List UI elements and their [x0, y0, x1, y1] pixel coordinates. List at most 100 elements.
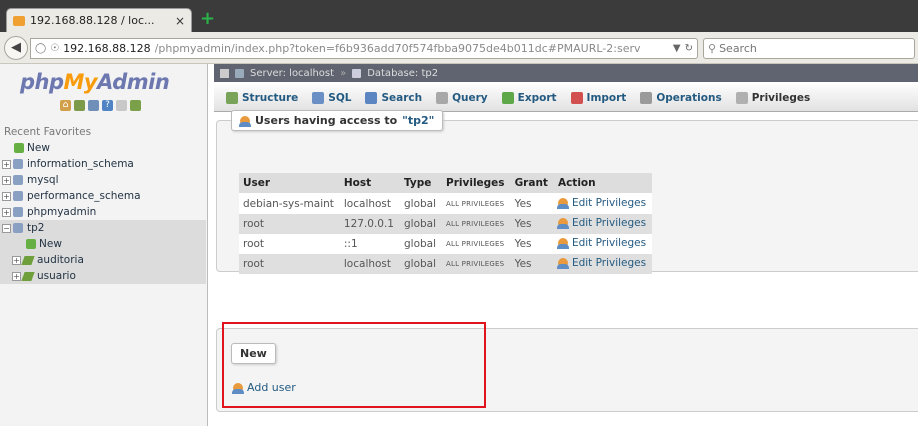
cell-user: root	[239, 254, 340, 274]
breadcrumb-server[interactable]: Server: localhost	[250, 68, 334, 79]
edit-privileges-link[interactable]: Edit Privileges	[556, 237, 646, 249]
tree-item-auditoria[interactable]: + auditoria	[0, 252, 206, 268]
tree-item-new[interactable]: New	[0, 140, 206, 156]
tree-item-usuario[interactable]: + usuario	[0, 268, 206, 284]
cell-type: global	[400, 254, 443, 274]
new-database-icon	[14, 143, 24, 153]
breadcrumb-separator: »	[340, 67, 347, 79]
breadcrumb: Server: localhost » Database: tp2	[214, 64, 918, 82]
cell-action: Edit Privileges	[553, 234, 653, 254]
back-arrow-icon[interactable]: ◀	[4, 36, 28, 60]
browser-tab-strip: 192.168.88.128 / loc... × +	[0, 0, 918, 32]
globe-icon: ☉	[50, 43, 60, 54]
cell-type: global	[400, 193, 443, 214]
tree-item-phpmyadmin[interactable]: + phpmyadmin	[0, 204, 206, 220]
column-header-host: Host	[339, 173, 400, 194]
home-icon[interactable]: ⌂	[60, 100, 71, 111]
cell-grant: Yes	[510, 254, 554, 274]
column-header-privileges: Privileges	[442, 173, 511, 194]
quick-links: ⌂ ?	[60, 100, 141, 111]
tab-sql[interactable]: SQL	[312, 91, 351, 104]
tree-item-new-table[interactable]: New	[0, 236, 206, 252]
browser-search-box[interactable]: ⚲	[703, 38, 915, 59]
collapse-panel-icon[interactable]	[220, 68, 229, 78]
expand-icon[interactable]: +	[2, 207, 11, 217]
highlight-annotation	[222, 322, 486, 408]
browser-navigation-bar: ◀ ◯ ☉ 192.168.88.128 /phpmyadmin/index.p…	[0, 32, 918, 64]
new-tab-button[interactable]: +	[200, 10, 215, 28]
cell-action: Edit Privileges	[553, 214, 653, 234]
cell-privileges: ALL PRIVILEGES	[442, 254, 511, 274]
database-icon	[13, 159, 23, 169]
collapse-icon[interactable]: −	[2, 223, 11, 233]
users-privileges-table: User Host Type Privileges Grant Action d…	[239, 173, 653, 274]
new-table-icon	[26, 239, 36, 249]
cell-host: localhost	[339, 254, 400, 274]
cell-user: debian-sys-maint	[239, 193, 340, 214]
recent-favorites-tabs[interactable]: Recent Favorites	[4, 126, 91, 138]
column-header-type: Type	[400, 173, 443, 194]
site-identity-icon[interactable]: ◯	[35, 43, 46, 54]
tree-item-mysql[interactable]: + mysql	[0, 172, 206, 188]
help-icon[interactable]: ?	[102, 100, 113, 111]
cell-privileges: ALL PRIVILEGES	[442, 234, 511, 254]
tree-item-tp2[interactable]: − tp2	[0, 220, 206, 236]
tab-privileges[interactable]: Privileges	[735, 91, 810, 104]
reload-icon[interactable]: ↻	[685, 43, 693, 54]
tab-import[interactable]: Import	[570, 91, 626, 104]
expand-icon[interactable]: +	[12, 255, 21, 265]
breadcrumb-database[interactable]: Database: tp2	[367, 68, 438, 79]
tp2-expanded-block: − tp2 New + auditoria + usuario	[0, 220, 206, 284]
table-row: root 127.0.0.1 global ALL PRIVILEGES Yes…	[239, 214, 653, 234]
query-icon	[436, 91, 449, 104]
search-icon	[365, 91, 378, 104]
server-icon	[235, 68, 244, 78]
tree-item-information-schema[interactable]: + information_schema	[0, 156, 206, 172]
users-access-legend: Users having access to "tp2"	[231, 110, 444, 131]
wrench-icon	[640, 91, 653, 104]
expand-icon[interactable]: +	[12, 271, 21, 281]
query-window-icon[interactable]	[88, 100, 99, 111]
tab-query[interactable]: Query	[436, 91, 488, 104]
database-icon	[13, 175, 23, 185]
edit-privileges-link[interactable]: Edit Privileges	[556, 257, 646, 269]
browser-tab-title: 192.168.88.128 / loc...	[30, 14, 155, 27]
users-access-fieldset: Users having access to "tp2" User Host T…	[216, 110, 918, 274]
tab-close-icon[interactable]: ×	[175, 14, 185, 28]
edit-user-icon	[556, 258, 569, 269]
tab-search[interactable]: Search	[365, 91, 422, 104]
table-icon	[21, 255, 35, 265]
browser-tab[interactable]: 192.168.88.128 / loc... ×	[6, 8, 192, 32]
browser-search-input[interactable]	[719, 42, 900, 55]
table-icon	[21, 271, 35, 281]
tab-operations[interactable]: Operations	[640, 91, 722, 104]
settings-gear-icon[interactable]	[130, 100, 141, 111]
docs-icon[interactable]	[116, 100, 127, 111]
edit-user-icon	[556, 218, 569, 229]
database-icon	[13, 191, 23, 201]
database-icon	[352, 68, 362, 78]
tab-export[interactable]: Export	[501, 91, 557, 104]
edit-privileges-link[interactable]: Edit Privileges	[556, 217, 646, 229]
phpmyadmin-logo[interactable]: phpMyAdmin	[20, 70, 170, 94]
cell-grant: Yes	[510, 193, 554, 214]
cell-type: global	[400, 214, 443, 234]
column-header-user: User	[239, 173, 340, 194]
tree-item-performance-schema[interactable]: + performance_schema	[0, 188, 206, 204]
cell-grant: Yes	[510, 214, 554, 234]
cell-host: localhost	[339, 193, 400, 214]
edit-privileges-link[interactable]: Edit Privileges	[556, 197, 646, 209]
tab-structure[interactable]: Structure	[226, 91, 298, 104]
expand-icon[interactable]: +	[2, 159, 11, 169]
column-header-grant: Grant	[510, 173, 554, 194]
expand-icon[interactable]: +	[2, 175, 11, 185]
database-icon	[13, 223, 23, 233]
database-tabs: Structure SQL Search Query Export Import…	[214, 84, 918, 112]
address-bar[interactable]: ◯ ☉ 192.168.88.128 /phpmyadmin/index.php…	[30, 38, 698, 59]
expand-icon[interactable]: +	[2, 191, 11, 201]
logout-icon[interactable]	[74, 100, 85, 111]
url-path: /phpmyadmin/index.php?token=f6b936add70f…	[154, 42, 641, 55]
export-icon	[501, 91, 514, 104]
cell-action: Edit Privileges	[553, 193, 653, 214]
url-dropdown-icon[interactable]: ▼	[673, 43, 681, 54]
